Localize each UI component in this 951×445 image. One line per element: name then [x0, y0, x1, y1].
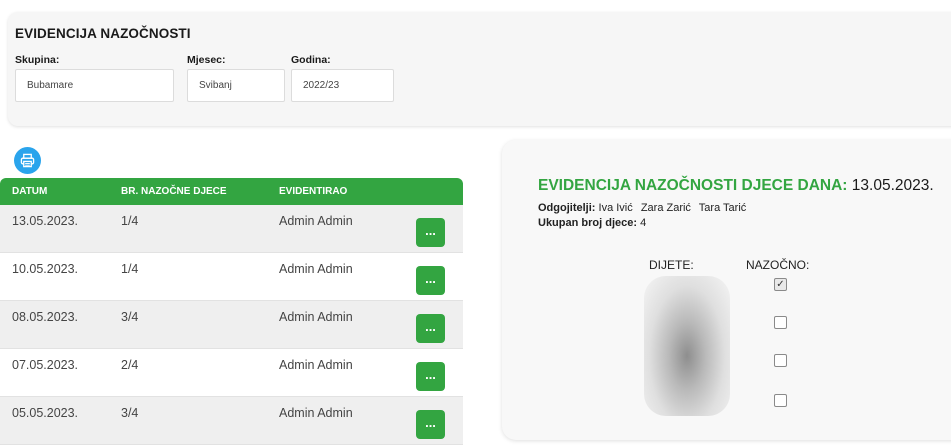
header-date: DATUM: [12, 186, 48, 197]
row-recorded-by: Admin Admin: [279, 262, 353, 276]
total-children-value: 4: [640, 217, 647, 229]
attendance-checkbox[interactable]: [774, 354, 787, 367]
attendance-checkbox[interactable]: [774, 316, 787, 329]
month-label: Mjesec:: [187, 54, 226, 66]
teachers-line: Odgojitelji: Iva Ivić Zara Zarić Tara Ta…: [538, 202, 751, 214]
month-select[interactable]: Svibanj: [187, 69, 285, 102]
present-column-header: NAZOČNO:: [746, 258, 810, 272]
page-title: EVIDENCIJA NAZOČNOSTI: [15, 26, 191, 41]
year-value: 2022/23: [303, 80, 340, 91]
year-label: Godina:: [291, 54, 331, 66]
attendance-table: DATUM BR. NAZOČNE DJECE EVIDENTIRAO 13.0…: [0, 178, 463, 445]
row-count: 1/4: [121, 262, 139, 276]
attendance-detail-panel: EVIDENCIJA NAZOČNOSTI DJECE DANA: 13.05.…: [502, 140, 951, 440]
teacher-name: Zara Zarić: [640, 202, 691, 214]
header-recorded-by: EVIDENTIRAO: [279, 186, 348, 197]
row-actions-button[interactable]: ...: [416, 410, 445, 439]
detail-date: 13.05.2023.: [851, 177, 934, 194]
attendance-checkbox[interactable]: ✓: [774, 278, 787, 291]
teachers-label: Odgojitelji:: [538, 202, 596, 214]
detail-title: EVIDENCIJA NAZOČNOSTI DJECE DANA: 13.05.…: [538, 177, 934, 195]
year-select[interactable]: 2022/23: [291, 69, 394, 102]
print-button[interactable]: [14, 147, 41, 174]
row-recorded-by: Admin Admin: [279, 358, 353, 372]
detail-title-text: EVIDENCIJA NAZOČNOSTI DJECE DANA:: [538, 177, 848, 194]
row-actions-button[interactable]: ...: [416, 314, 445, 343]
child-photo: [644, 276, 730, 416]
total-children-label: Ukupan broj djece:: [538, 217, 638, 229]
table-header: DATUM BR. NAZOČNE DJECE EVIDENTIRAO: [0, 178, 463, 205]
row-count: 3/4: [121, 406, 139, 420]
attendance-checkbox[interactable]: [774, 394, 787, 407]
table-row[interactable]: 08.05.2023. 3/4 Admin Admin ...: [0, 301, 463, 349]
group-label: Skupina:: [15, 54, 60, 66]
table-row[interactable]: 07.05.2023. 2/4 Admin Admin ...: [0, 349, 463, 397]
row-actions-button[interactable]: ...: [416, 218, 445, 247]
row-recorded-by: Admin Admin: [279, 214, 353, 228]
printer-icon: [20, 153, 35, 168]
table-row[interactable]: 10.05.2023. 1/4 Admin Admin ...: [0, 253, 463, 301]
row-date: 07.05.2023.: [12, 358, 79, 372]
row-actions-button[interactable]: ...: [416, 362, 445, 391]
total-children-line: Ukupan broj djece: 4: [538, 217, 646, 229]
row-recorded-by: Admin Admin: [279, 310, 353, 324]
month-value: Svibanj: [199, 80, 232, 91]
group-value: Bubamare: [27, 80, 74, 91]
teacher-name: Iva Ivić: [598, 202, 633, 214]
teacher-name: Tara Tarić: [698, 202, 747, 214]
row-recorded-by: Admin Admin: [279, 406, 353, 420]
header-count: BR. NAZOČNE DJECE: [121, 186, 227, 197]
row-count: 3/4: [121, 310, 139, 324]
row-actions-button[interactable]: ...: [416, 266, 445, 295]
table-row[interactable]: 13.05.2023. 1/4 Admin Admin ...: [0, 205, 463, 253]
row-date: 08.05.2023.: [12, 310, 79, 324]
row-date: 05.05.2023.: [12, 406, 79, 420]
row-count: 2/4: [121, 358, 139, 372]
group-select[interactable]: Bubamare: [15, 69, 174, 102]
child-column-header: DIJETE:: [649, 258, 694, 272]
table-row[interactable]: 05.05.2023. 3/4 Admin Admin ...: [0, 397, 463, 445]
row-date: 13.05.2023.: [12, 214, 79, 228]
filter-panel: EVIDENCIJA NAZOČNOSTI Skupina: Bubamare …: [8, 12, 951, 126]
row-count: 1/4: [121, 214, 139, 228]
row-date: 10.05.2023.: [12, 262, 79, 276]
